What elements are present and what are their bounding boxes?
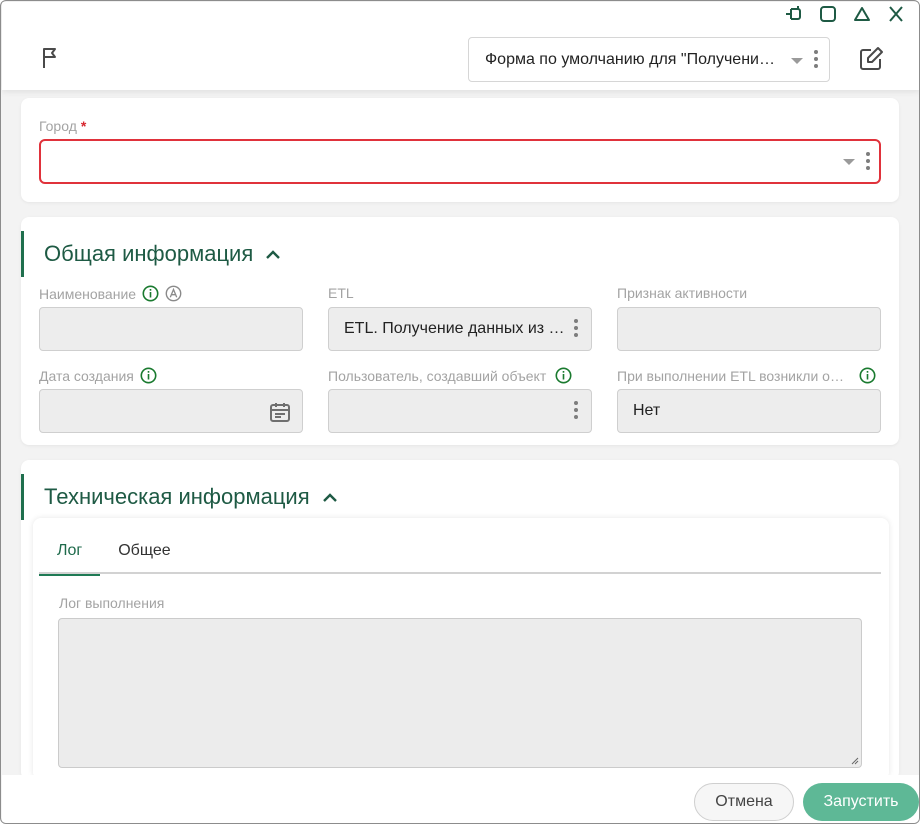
active-label: Признак активности <box>617 285 747 301</box>
name-field[interactable] <box>39 307 303 351</box>
info-icon[interactable] <box>859 367 876 384</box>
dialog-header: Форма по умолчанию для "Получение данных… <box>2 2 919 90</box>
kebab-icon[interactable] <box>571 319 581 337</box>
tech-section-title: Техническая информация <box>44 484 310 509</box>
run-button[interactable]: Запустить <box>803 783 919 821</box>
info-icon[interactable] <box>140 367 157 384</box>
general-section-toggle[interactable]: Общая информация <box>21 231 281 277</box>
active-field[interactable] <box>617 307 881 351</box>
creator-field[interactable] <box>328 389 592 433</box>
edit-button[interactable] <box>858 46 886 72</box>
tech-section-toggle[interactable]: Техническая информация <box>21 474 338 520</box>
resize-grip-icon[interactable] <box>849 755 859 765</box>
created-label: Дата создания <box>39 367 157 384</box>
flag-button[interactable] <box>38 46 62 70</box>
name-label-text: Наименование <box>39 285 137 302</box>
required-mark: * <box>80 118 87 134</box>
calendar-icon[interactable] <box>268 400 292 424</box>
tab-bar: Лог Общее <box>39 532 881 576</box>
form-select[interactable]: Форма по умолчанию для "Получение данных… <box>468 37 830 82</box>
tech-info-card: Техническая информация Лог Общее Лог вып… <box>21 460 899 780</box>
window-controls <box>782 5 908 23</box>
etl-field[interactable]: ETL. Получение данных из внешнего источн… <box>328 307 592 351</box>
tech-tabs-panel: Лог Общее Лог выполнения <box>33 518 889 780</box>
general-info-card: Общая информация Наименование ETL ETL. П… <box>21 217 899 445</box>
city-label-text: Город <box>39 118 77 134</box>
maximize-icon <box>820 6 836 22</box>
kebab-icon[interactable] <box>863 152 873 170</box>
error-field[interactable]: Нет <box>617 389 881 433</box>
maximize-button[interactable] <box>816 5 840 23</box>
error-label: При выполнении ETL возникли ошибки <box>617 367 876 384</box>
chevron-up-icon <box>266 250 281 259</box>
dialog-window: Форма по умолчанию для "Получение данных… <box>0 0 920 824</box>
chevron-down-icon <box>843 159 855 165</box>
error-label-text: При выполнении ETL возникли ошибки <box>617 367 853 384</box>
pin-button[interactable] <box>782 5 806 23</box>
error-value: Нет <box>633 402 661 419</box>
close-icon <box>889 6 903 22</box>
city-card: Город * <box>21 98 899 202</box>
info-icon[interactable] <box>142 285 159 302</box>
edit-icon <box>860 47 883 70</box>
auto-icon <box>165 285 182 302</box>
etl-label: ETL <box>328 285 354 301</box>
kebab-icon[interactable] <box>811 50 821 68</box>
kebab-icon[interactable] <box>571 401 581 419</box>
tab-log[interactable]: Лог <box>39 532 101 576</box>
general-section-title: Общая информация <box>44 241 254 266</box>
etl-value: ETL. Получение данных из внешнего источн… <box>344 320 566 337</box>
form-select-value: Форма по умолчанию для "Получение данных… <box>485 50 781 68</box>
creator-label-text: Пользователь, создавший объект <box>328 367 547 384</box>
collapse-button[interactable] <box>850 5 874 23</box>
active-label-text: Признак активности <box>617 285 748 301</box>
tab-general[interactable]: Общее <box>100 532 188 574</box>
cancel-button[interactable]: Отмена <box>694 783 794 821</box>
flag-icon <box>43 48 56 68</box>
creator-label: Пользователь, создавший объект <box>328 367 572 384</box>
etl-label-text: ETL <box>328 285 354 301</box>
pin-icon <box>786 6 801 20</box>
created-field[interactable] <box>39 389 303 433</box>
chevron-up-icon <box>322 493 337 502</box>
city-label: Город * <box>39 118 86 134</box>
dialog-footer: Отмена Запустить <box>2 775 919 823</box>
name-label: Наименование <box>39 285 182 302</box>
info-icon[interactable] <box>555 367 572 384</box>
close-button[interactable] <box>884 5 908 23</box>
log-textarea[interactable] <box>58 618 862 768</box>
collapse-icon <box>854 7 870 21</box>
log-label: Лог выполнения <box>59 595 165 611</box>
created-label-text: Дата создания <box>39 367 134 384</box>
city-input[interactable] <box>39 139 881 184</box>
chevron-down-icon <box>791 58 803 64</box>
